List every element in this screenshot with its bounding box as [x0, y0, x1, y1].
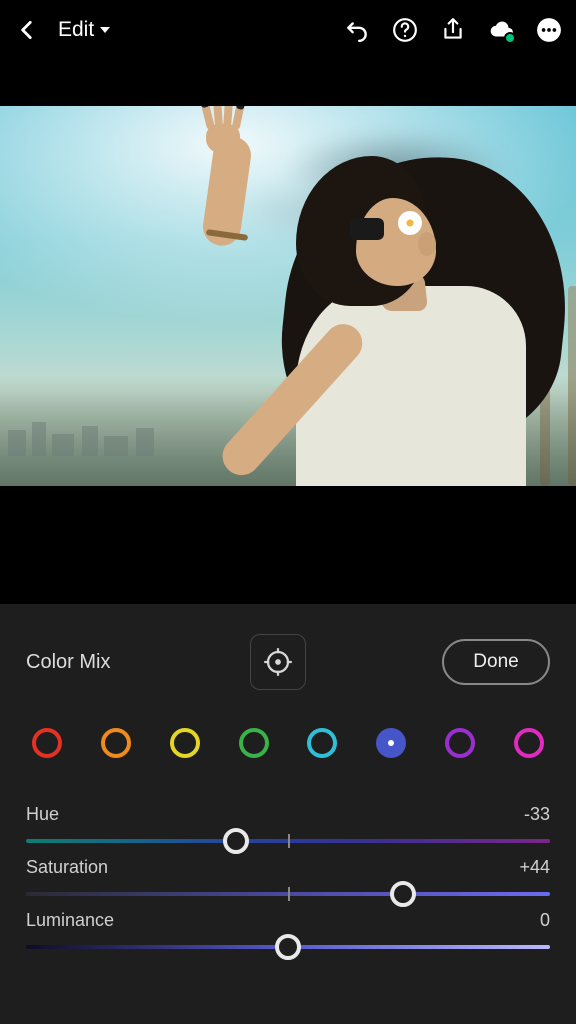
- back-button[interactable]: [14, 17, 40, 43]
- swatch-green[interactable]: [239, 728, 269, 758]
- luminance-value: 0: [540, 910, 550, 931]
- swatch-aqua[interactable]: [307, 728, 337, 758]
- more-button[interactable]: [536, 17, 562, 43]
- help-button[interactable]: [392, 17, 418, 43]
- luminance-thumb[interactable]: [275, 934, 301, 960]
- saturation-slider[interactable]: [26, 892, 550, 896]
- color-swatch-row: [0, 698, 576, 776]
- saturation-label: Saturation: [26, 857, 108, 878]
- luminance-label: Luminance: [26, 910, 114, 931]
- luminance-slider-block: Luminance 0: [26, 910, 550, 949]
- hue-slider-block: Hue -33: [26, 804, 550, 843]
- cloud-sync-button[interactable]: [488, 17, 514, 43]
- swatch-red[interactable]: [32, 728, 62, 758]
- panel-title: Color Mix: [26, 651, 110, 674]
- hue-thumb[interactable]: [223, 828, 249, 854]
- swatch-magenta[interactable]: [514, 728, 544, 758]
- saturation-slider-block: Saturation +44: [26, 857, 550, 896]
- swatch-blue[interactable]: [376, 728, 406, 758]
- hue-label: Hue: [26, 804, 59, 825]
- saturation-thumb[interactable]: [390, 881, 416, 907]
- undo-button[interactable]: [344, 17, 370, 43]
- edit-dropdown[interactable]: Edit: [58, 18, 110, 42]
- hue-slider[interactable]: [26, 839, 550, 843]
- share-button[interactable]: [440, 17, 466, 43]
- done-button[interactable]: Done: [442, 639, 550, 685]
- swatch-purple[interactable]: [445, 728, 475, 758]
- swatch-orange[interactable]: [101, 728, 131, 758]
- hue-value: -33: [524, 804, 550, 825]
- edit-title: Edit: [58, 18, 94, 42]
- saturation-value: +44: [519, 857, 550, 878]
- sync-status-dot: [504, 32, 516, 44]
- swatch-yellow[interactable]: [170, 728, 200, 758]
- target-adjustment-button[interactable]: [250, 634, 306, 690]
- chevron-down-icon: [100, 27, 110, 33]
- luminance-slider[interactable]: [26, 945, 550, 949]
- color-mix-panel: Color Mix Done Hue -33 Saturation +44: [0, 604, 576, 1024]
- photo-preview[interactable]: [0, 106, 576, 486]
